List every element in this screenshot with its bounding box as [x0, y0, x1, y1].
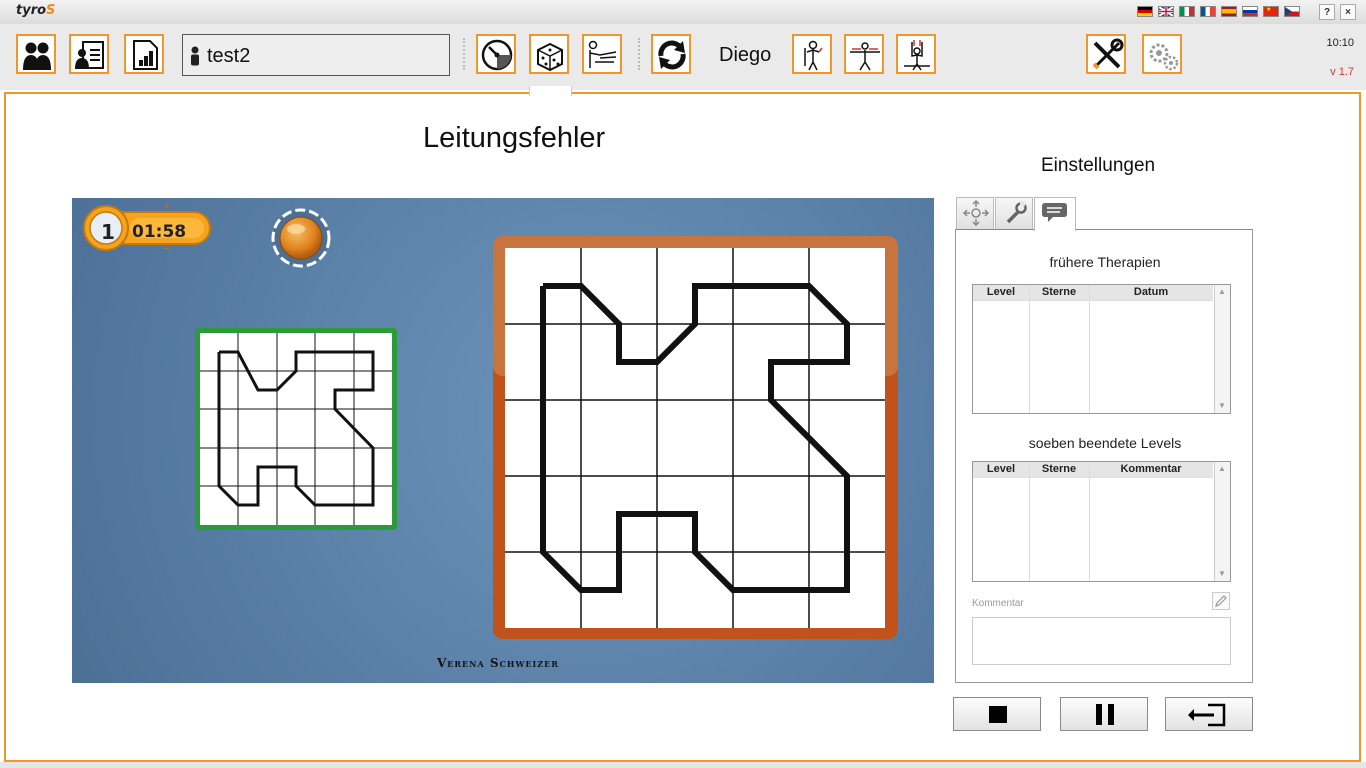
spain-flag-icon[interactable]: [1221, 6, 1237, 17]
patient-record-button[interactable]: [69, 34, 109, 74]
active-tab-indicator: [529, 86, 572, 96]
sync-button[interactable]: [651, 34, 691, 74]
body-posture-icon: [804, 40, 823, 71]
column-divider: [1029, 462, 1030, 581]
sync-icon: [658, 40, 686, 70]
patient-name: test2: [207, 45, 251, 67]
china-flag-icon[interactable]: ★: [1263, 6, 1279, 17]
chart-icon: [133, 40, 158, 70]
column-header-date[interactable]: Datum: [1089, 285, 1213, 300]
arms-raised-icon: [904, 40, 930, 71]
title-bar: tyroS ★ ? ×: [0, 0, 1366, 24]
device-button[interactable]: [476, 34, 516, 74]
scroll-down-icon[interactable]: ▼: [1217, 401, 1227, 411]
toolbar: test2 Diego 10:10 v 1.7: [0, 24, 1366, 90]
russia-flag-icon[interactable]: [1242, 6, 1258, 17]
column-divider: [1029, 285, 1030, 413]
france-flag-icon[interactable]: [1200, 6, 1216, 17]
dice-icon: [537, 42, 563, 72]
exit-button[interactable]: [1165, 697, 1253, 731]
previous-therapies-title: frühere Therapien: [1049, 254, 1161, 270]
column-header-stars[interactable]: Sterne: [1029, 285, 1089, 300]
tab-tools[interactable]: [995, 197, 1033, 229]
scroll-up-icon[interactable]: ▲: [1217, 287, 1227, 297]
posture-assessment-button[interactable]: [792, 34, 832, 74]
pencil-icon: [1215, 595, 1227, 607]
toolbar-divider: [463, 38, 465, 70]
settings-title: Einstellungen: [1041, 155, 1156, 176]
game-board: + −: [83, 202, 898, 639]
help-button[interactable]: ?: [1319, 4, 1335, 20]
game-canvas[interactable]: + − 1 01:58 Verena Schweizer: [72, 198, 934, 683]
patients-button[interactable]: [16, 34, 56, 74]
arm-range-button[interactable]: [844, 34, 884, 74]
stop-icon: [989, 706, 1007, 723]
scrollbar[interactable]: ▲ ▼: [1214, 462, 1230, 581]
arms-up-button[interactable]: [896, 34, 936, 74]
settings-button[interactable]: [1142, 34, 1182, 74]
arm-icon: [588, 40, 617, 68]
clock: 10:10: [1326, 37, 1354, 49]
close-button[interactable]: ×: [1340, 4, 1356, 20]
scroll-down-icon[interactable]: ▼: [1217, 569, 1227, 579]
statistics-button[interactable]: [124, 34, 164, 74]
italy-flag-icon[interactable]: [1179, 6, 1195, 17]
stop-button[interactable]: [953, 697, 1041, 731]
disc-icon: [481, 39, 513, 71]
therapist-name: Diego: [719, 44, 772, 66]
pause-button[interactable]: [1060, 697, 1148, 731]
arms-spread-icon: [850, 42, 880, 71]
finished-levels-title: soeben beendete Levels: [1028, 435, 1182, 451]
column-header-level[interactable]: Level: [973, 462, 1029, 477]
version-label: v 1.7: [1330, 66, 1354, 78]
column-divider: [1089, 462, 1090, 581]
speech-bubble-icon: [1042, 203, 1067, 222]
tools-button[interactable]: [1086, 34, 1126, 74]
wrench-screwdriver-icon: [1092, 38, 1124, 70]
comment-label: Kommentar: [972, 598, 1024, 609]
record-icon: [75, 41, 104, 69]
german-flag-icon[interactable]: [1137, 6, 1153, 17]
author-credit: Verena Schweizer: [437, 656, 559, 670]
exit-icon: [1188, 703, 1226, 727]
target-grid[interactable]: [493, 236, 898, 639]
edit-comment-button[interactable]: [1212, 592, 1230, 610]
level-number: 1: [101, 220, 115, 244]
scroll-up-icon[interactable]: ▲: [1217, 464, 1227, 474]
wrench-icon: [1006, 201, 1027, 224]
app-logo: tyroS: [16, 3, 56, 18]
pause-icon: [1096, 704, 1114, 725]
arm-exercise-button[interactable]: [582, 34, 622, 74]
tab-comments[interactable]: [1034, 197, 1076, 231]
settings-panel: frühere Therapien Level Sterne Datum ▲ ▼…: [955, 229, 1253, 683]
svg-text:−: −: [164, 244, 170, 255]
toolbar-divider: [638, 38, 640, 70]
column-header-level[interactable]: Level: [973, 285, 1029, 300]
previous-therapies-table[interactable]: Level Sterne Datum ▲ ▼: [972, 284, 1231, 414]
uk-flag-icon[interactable]: [1158, 6, 1174, 17]
person-icon: [191, 46, 199, 66]
move-arrows-icon: [962, 199, 990, 227]
czech-flag-icon[interactable]: [1284, 6, 1300, 17]
comment-textarea[interactable]: [972, 617, 1231, 665]
timer-display: 01:58: [132, 222, 187, 242]
sample-grid: [195, 328, 397, 530]
finished-levels-table[interactable]: Level Sterne Kommentar ▲ ▼: [972, 461, 1231, 582]
taskbar-edge: [0, 762, 1366, 768]
column-header-stars[interactable]: Sterne: [1029, 462, 1089, 477]
column-header-comment[interactable]: Kommentar: [1089, 462, 1213, 477]
scrollbar[interactable]: ▲ ▼: [1214, 285, 1230, 413]
column-divider: [1089, 285, 1090, 413]
gears-icon: [1149, 43, 1179, 71]
patient-selector[interactable]: test2: [182, 34, 450, 76]
svg-text:+: +: [164, 202, 170, 213]
tab-position[interactable]: [956, 197, 994, 229]
people-icon: [23, 42, 51, 70]
game-title: Leitungsfehler: [423, 122, 606, 154]
games-button[interactable]: [529, 34, 569, 74]
start-orb[interactable]: [271, 208, 331, 268]
